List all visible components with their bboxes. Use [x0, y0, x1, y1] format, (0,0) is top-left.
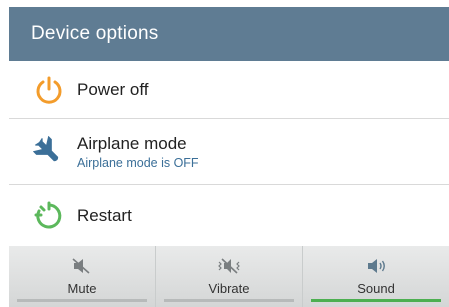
restart-icon [33, 200, 65, 232]
sound-icon [365, 256, 387, 276]
airplane-icon [33, 135, 65, 168]
vibrate-indicator [164, 299, 294, 302]
sound-button[interactable]: Sound [303, 246, 449, 307]
airplane-mode-option[interactable]: Airplane mode Airplane mode is OFF [9, 118, 449, 184]
vibrate-label: Vibrate [208, 281, 250, 296]
sound-profile-bar: Mute Vibrate Sound [9, 246, 449, 307]
restart-label: Restart [77, 205, 132, 225]
device-options-dialog: Device options Power off Airplane mode A… [0, 0, 449, 307]
power-icon [33, 74, 65, 106]
sound-indicator [311, 299, 441, 302]
mute-label: Mute [67, 281, 97, 296]
vibrate-icon [217, 256, 241, 276]
mute-button[interactable]: Mute [9, 246, 156, 307]
power-off-option[interactable]: Power off [9, 61, 449, 118]
vibrate-button[interactable]: Vibrate [156, 246, 303, 307]
restart-option[interactable]: Restart [9, 184, 449, 246]
dialog-title: Device options [9, 7, 449, 61]
airplane-mode-status: Airplane mode is OFF [77, 155, 199, 170]
mute-indicator [17, 299, 147, 302]
power-off-label: Power off [77, 79, 149, 99]
airplane-mode-label: Airplane mode [77, 133, 187, 153]
mute-icon [71, 256, 93, 276]
sound-label: Sound [357, 281, 395, 296]
